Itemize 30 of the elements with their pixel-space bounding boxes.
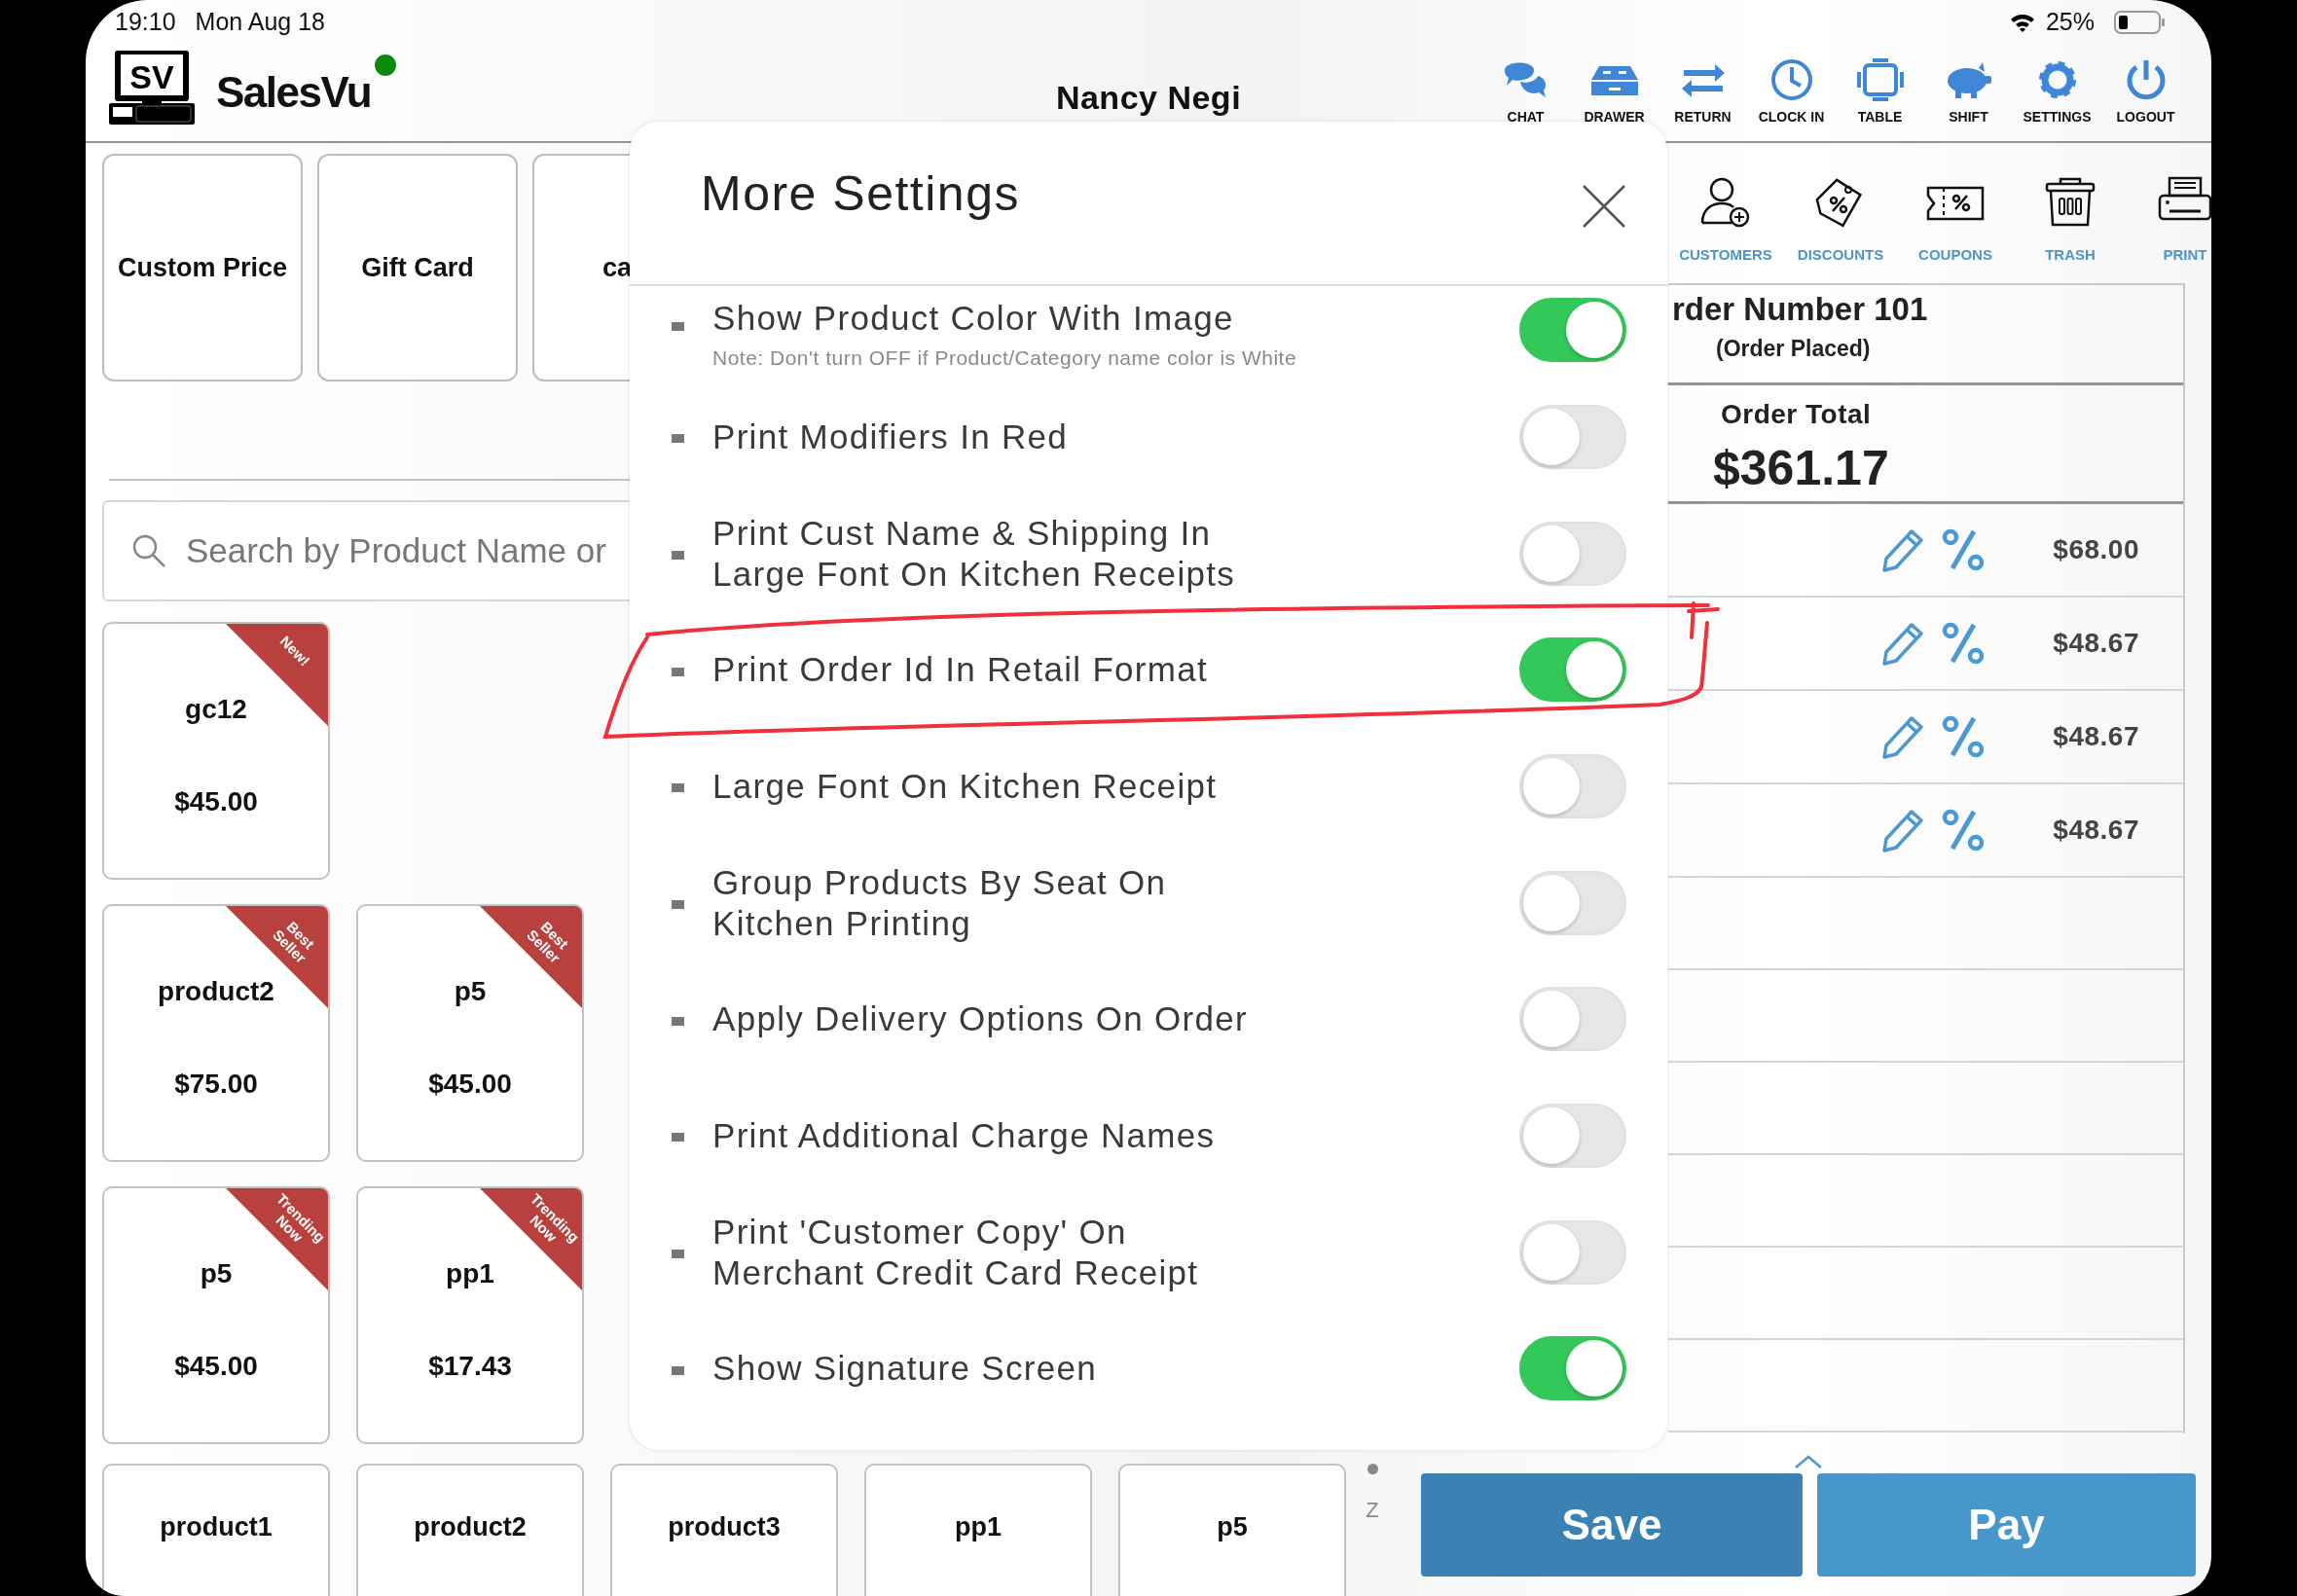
product-price: $45.00 [174, 786, 258, 818]
setting-note: Note: Don't turn OFF if Product/Category name color is White [712, 346, 1298, 370]
product-price: $75.00 [174, 1069, 258, 1101]
user-name: Nancy Negi [1055, 78, 1242, 117]
line-price: $48.67 [2053, 815, 2139, 846]
line-price: $48.67 [2053, 628, 2139, 659]
order-number: rder Number 101 [1671, 291, 1929, 328]
status-date: Mon Aug 18 [195, 8, 325, 36]
setting-label: Print Order Id In Retail Format [712, 649, 1210, 691]
product-price: $45.00 [174, 1351, 258, 1383]
setting-label: Large Font On Kitchen Receipt [712, 765, 1219, 807]
order-status: (Order Placed) [1716, 336, 1872, 362]
product-price: $17.43 [428, 1351, 512, 1383]
page-label: Z [1366, 1498, 1379, 1523]
setting-label: Print Modifiers In Red [712, 416, 1070, 457]
order-total-label: Order Total [1721, 399, 1873, 430]
setting-label: Print 'Customer Copy' On Merchant Credit Card Receipt [712, 1211, 1200, 1293]
setting-label: Print Additional Charge Names [712, 1114, 1217, 1156]
product-price: $45.00 [428, 1069, 512, 1101]
battery-level: 25% [2045, 8, 2095, 36]
setting-label: Show Signature Screen [712, 1348, 1099, 1390]
app-name: SalesVu [216, 68, 372, 117]
setting-label: Apply Delivery Options On Order [712, 998, 1249, 1040]
line-price: $68.00 [2053, 534, 2139, 565]
line-price: $48.67 [2053, 721, 2139, 752]
order-total-amount: $361.17 [1713, 440, 1890, 496]
setting-label: Group Products By Seat On Kitchen Printing [712, 861, 1168, 944]
setting-label: Show Product Color With Image [712, 298, 1235, 339]
dialog-title: More Settings [701, 164, 1021, 222]
status-time: 19:10 [115, 8, 176, 36]
